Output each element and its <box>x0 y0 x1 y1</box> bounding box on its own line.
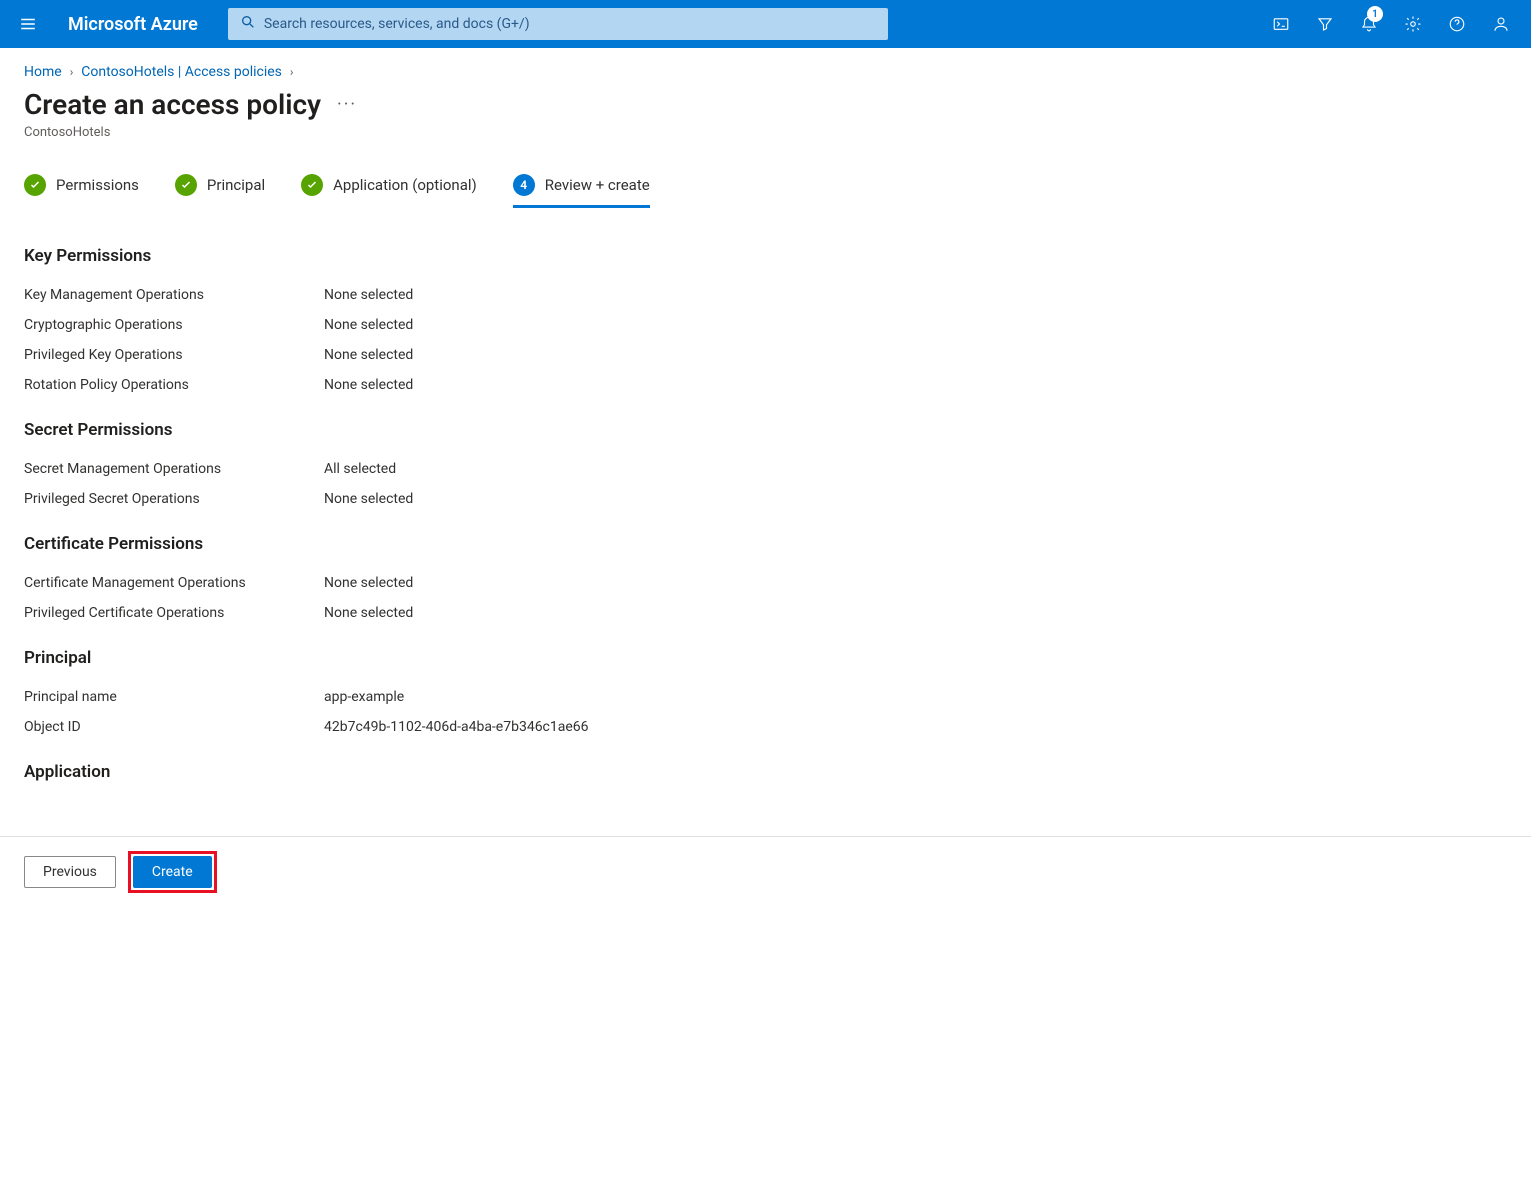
notifications-icon[interactable]: 1 <box>1347 0 1391 48</box>
kv-value: 42b7c49b-1102-406d-a4ba-e7b346c1ae66 <box>324 719 589 735</box>
page-subtitle: ContosoHotels <box>0 125 1531 164</box>
kv-row: Cryptographic OperationsNone selected <box>24 310 1507 340</box>
section-certificate-permissions-title: Certificate Permissions <box>24 534 1507 554</box>
kv-row: Privileged Certificate OperationsNone se… <box>24 598 1507 628</box>
kv-key: Privileged Key Operations <box>24 347 324 363</box>
check-icon <box>24 174 46 196</box>
kv-value: None selected <box>324 491 413 507</box>
kv-key: Key Management Operations <box>24 287 324 303</box>
section-application-title: Application <box>24 762 1507 782</box>
section-key-permissions-title: Key Permissions <box>24 246 1507 266</box>
kv-row: Object ID42b7c49b-1102-406d-a4ba-e7b346c… <box>24 712 1507 742</box>
check-icon <box>301 174 323 196</box>
kv-row: Privileged Secret OperationsNone selecte… <box>24 484 1507 514</box>
kv-value: app-example <box>324 689 404 705</box>
step-label: Review + create <box>545 176 650 194</box>
kv-key: Object ID <box>24 719 324 735</box>
brand-label[interactable]: Microsoft Azure <box>68 14 198 35</box>
chevron-right-icon: › <box>70 65 74 79</box>
step-label: Principal <box>207 176 265 194</box>
kv-value: None selected <box>324 605 413 621</box>
help-icon[interactable] <box>1435 0 1479 48</box>
review-content: Key Permissions Key Management Operation… <box>0 206 1531 836</box>
kv-value: None selected <box>324 347 413 363</box>
breadcrumb-resource[interactable]: ContosoHotels | Access policies <box>81 64 282 80</box>
feedback-icon[interactable] <box>1479 0 1523 48</box>
settings-gear-icon[interactable] <box>1391 0 1435 48</box>
chevron-right-icon: › <box>290 65 294 79</box>
kv-row: Certificate Management OperationsNone se… <box>24 568 1507 598</box>
wizard-footer: Previous Create <box>0 836 1531 907</box>
directories-filter-icon[interactable] <box>1303 0 1347 48</box>
kv-value: None selected <box>324 377 413 393</box>
page-header: Create an access policy ··· <box>0 88 1531 125</box>
kv-key: Certificate Management Operations <box>24 575 324 591</box>
kv-key: Privileged Certificate Operations <box>24 605 324 621</box>
step-application[interactable]: Application (optional) <box>301 164 477 206</box>
step-label: Application (optional) <box>333 176 477 194</box>
section-secret-permissions-title: Secret Permissions <box>24 420 1507 440</box>
breadcrumb: Home › ContosoHotels | Access policies › <box>0 48 1531 88</box>
step-label: Permissions <box>56 176 139 194</box>
kv-key: Privileged Secret Operations <box>24 491 324 507</box>
page-title: Create an access policy <box>24 88 321 121</box>
kv-key: Cryptographic Operations <box>24 317 324 333</box>
highlight-box: Create <box>128 851 217 893</box>
section-principal-title: Principal <box>24 648 1507 668</box>
kv-value: None selected <box>324 287 413 303</box>
search-icon <box>240 14 256 34</box>
kv-key: Principal name <box>24 689 324 705</box>
kv-row: Key Management OperationsNone selected <box>24 280 1507 310</box>
create-button[interactable]: Create <box>133 856 212 888</box>
previous-button[interactable]: Previous <box>24 856 116 888</box>
hamburger-menu-icon[interactable] <box>8 4 48 44</box>
more-actions-icon[interactable]: ··· <box>337 94 357 115</box>
check-icon <box>175 174 197 196</box>
kv-row: Principal nameapp-example <box>24 682 1507 712</box>
kv-value: None selected <box>324 317 413 333</box>
kv-row: Privileged Key OperationsNone selected <box>24 340 1507 370</box>
step-number-icon: 4 <box>513 174 535 196</box>
search-input[interactable] <box>228 8 888 40</box>
step-review-create[interactable]: 4 Review + create <box>513 164 650 206</box>
kv-key: Secret Management Operations <box>24 461 324 477</box>
kv-value: All selected <box>324 461 396 477</box>
notification-badge: 1 <box>1367 6 1383 22</box>
top-bar: Microsoft Azure 1 <box>0 0 1531 48</box>
global-search <box>228 8 888 40</box>
kv-row: Secret Management OperationsAll selected <box>24 454 1507 484</box>
wizard-steps: Permissions Principal Application (optio… <box>0 164 1531 206</box>
kv-row: Rotation Policy OperationsNone selected <box>24 370 1507 400</box>
cloud-shell-icon[interactable] <box>1259 0 1303 48</box>
kv-key: Rotation Policy Operations <box>24 377 324 393</box>
step-principal[interactable]: Principal <box>175 164 265 206</box>
step-permissions[interactable]: Permissions <box>24 164 139 206</box>
breadcrumb-home[interactable]: Home <box>24 64 62 80</box>
kv-value: None selected <box>324 575 413 591</box>
